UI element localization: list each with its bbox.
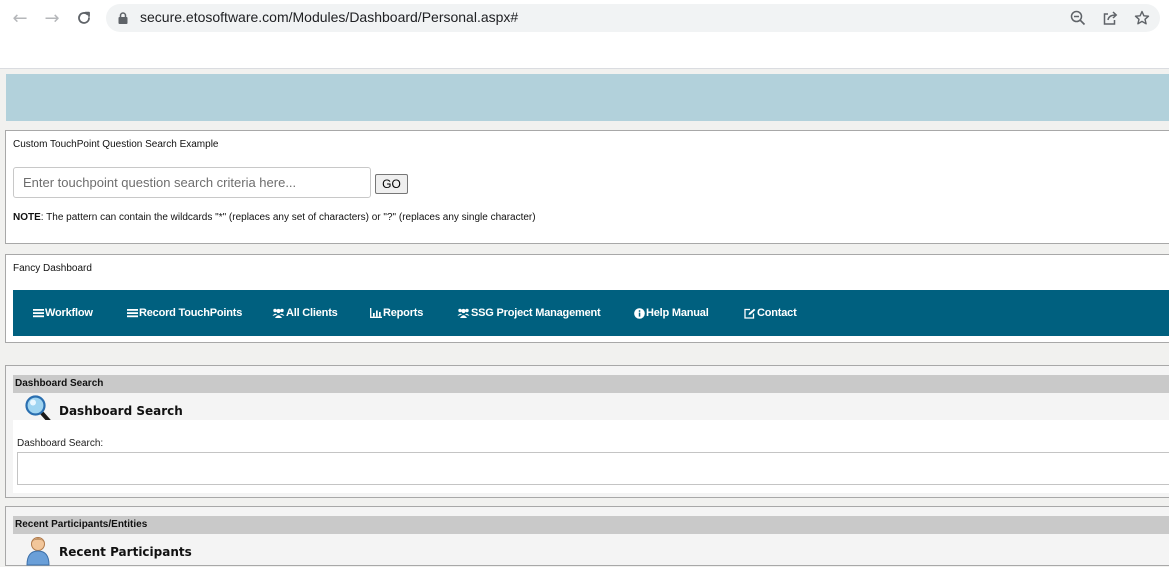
person-icon xyxy=(26,537,50,566)
nav-help-manual[interactable]: Help Manual xyxy=(634,290,709,336)
nav-workflow[interactable]: Workflow xyxy=(33,290,93,336)
dashboard-search-header-text: Dashboard Search xyxy=(15,378,104,389)
nav-contact-label: Contact xyxy=(757,307,797,319)
bar-chart-icon xyxy=(370,308,382,318)
fancy-dashboard-title: Fancy Dashboard xyxy=(13,263,92,274)
fancy-dashboard-panel: Fancy Dashboard Workflow Record TouchPoi… xyxy=(5,254,1169,343)
go-button[interactable]: GO xyxy=(375,174,408,194)
nav-record-touchpoints-label: Record TouchPoints xyxy=(139,307,243,319)
dashboard-search-body: Dashboard Search: xyxy=(13,420,1169,493)
lock-icon xyxy=(118,12,128,24)
browser-toolbar: ← → secure.etosoftware.com/Modules/Dashb… xyxy=(0,0,1169,69)
forward-arrow-icon[interactable]: → xyxy=(40,7,64,29)
nav-ssg-project-management-label: SSG Project Management xyxy=(471,307,601,319)
info-circle-icon xyxy=(634,307,645,319)
wildcard-note: NOTE: The pattern can contain the wildca… xyxy=(13,212,536,223)
address-bar[interactable]: secure.etosoftware.com/Modules/Dashboard… xyxy=(106,4,1160,32)
reload-icon[interactable] xyxy=(72,7,96,29)
nav-help-manual-label: Help Manual xyxy=(646,307,709,319)
recent-participants-panel: Recent Participants/Entities Recent Part… xyxy=(5,506,1169,566)
back-arrow-icon[interactable]: ← xyxy=(8,7,32,29)
edit-icon xyxy=(744,308,756,319)
bars-icon xyxy=(127,309,138,318)
header-banner xyxy=(6,74,1169,121)
touchpoint-search-title: Custom TouchPoint Question Search Exampl… xyxy=(13,139,219,150)
note-label: NOTE xyxy=(13,212,41,223)
bars-icon xyxy=(33,309,44,318)
nav-all-clients-label: All Clients xyxy=(286,307,338,319)
users-icon xyxy=(272,308,285,318)
note-text: : The pattern can contain the wildcards … xyxy=(40,212,536,223)
nav-record-touchpoints[interactable]: Record TouchPoints xyxy=(127,290,242,336)
touchpoint-search-panel: Custom TouchPoint Question Search Exampl… xyxy=(5,130,1169,244)
nav-workflow-label: Workflow xyxy=(45,307,93,319)
nav-all-clients[interactable]: All Clients xyxy=(272,290,338,336)
nav-ssg-project-management[interactable]: SSG Project Management xyxy=(457,290,601,336)
dashboard-search-panel: Dashboard Search Dashboard Search Dashbo… xyxy=(5,365,1169,498)
recent-participants-title: Recent Participants xyxy=(59,545,192,559)
url-text[interactable]: secure.etosoftware.com/Modules/Dashboard… xyxy=(140,9,518,25)
nav-reports-label: Reports xyxy=(383,307,424,319)
share-icon[interactable] xyxy=(1102,10,1118,26)
recent-participants-header-text: Recent Participants/Entities xyxy=(15,519,148,530)
dashboard-search-input[interactable] xyxy=(17,452,1169,485)
users-icon xyxy=(457,308,470,318)
touchpoint-search-input[interactable] xyxy=(13,167,371,198)
zoom-icon[interactable] xyxy=(1070,10,1086,26)
fancy-dashboard-nav: Workflow Record TouchPoints All Clients … xyxy=(13,290,1169,336)
dashboard-search-title-row: Dashboard Search xyxy=(13,393,1169,426)
recent-participants-title-row: Recent Participants xyxy=(13,534,1169,566)
recent-participants-header: Recent Participants/Entities xyxy=(13,516,1169,534)
dashboard-search-header: Dashboard Search xyxy=(13,375,1169,393)
dashboard-search-title: Dashboard Search xyxy=(59,404,183,418)
bookmark-star-icon[interactable] xyxy=(1134,10,1150,26)
nav-reports[interactable]: Reports xyxy=(370,290,423,336)
nav-contact[interactable]: Contact xyxy=(744,290,797,336)
dashboard-search-label: Dashboard Search: xyxy=(17,438,104,449)
